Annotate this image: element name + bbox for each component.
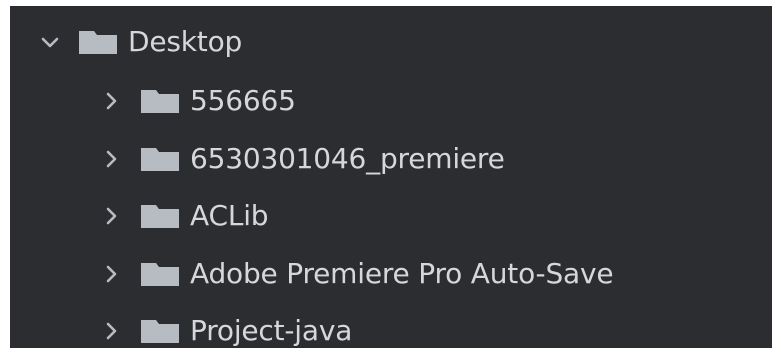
chevron-right-icon[interactable] [100, 204, 124, 228]
tree-node-label: 6530301046_premiere [190, 142, 505, 175]
folder-icon [138, 259, 182, 289]
tree-node-556665[interactable]: 556665 [10, 73, 772, 129]
chevron-right-icon[interactable] [100, 89, 124, 113]
tree-node-label: ACLib [190, 199, 269, 232]
tree-node-adobe-premiere-pro-auto-save[interactable]: Adobe Premiere Pro Auto-Save [10, 246, 772, 302]
tree-node-project-java[interactable]: Project-java [10, 303, 772, 348]
tree-node-label: Project-java [190, 314, 353, 347]
chevron-right-icon[interactable] [100, 262, 124, 286]
tree-node-label: 556665 [190, 84, 296, 117]
folder-icon [138, 201, 182, 231]
folder-icon [76, 27, 120, 57]
chevron-right-icon[interactable] [100, 319, 124, 343]
folder-icon [138, 86, 182, 116]
tree-node-6530301046-premiere[interactable]: 6530301046_premiere [10, 131, 772, 187]
folder-icon [138, 144, 182, 174]
chevron-down-icon[interactable] [38, 30, 62, 54]
tree-node-label: Adobe Premiere Pro Auto-Save [190, 257, 614, 290]
chevron-right-icon[interactable] [100, 147, 124, 171]
tree-node-desktop[interactable]: Desktop [10, 14, 772, 70]
tree-node-aclib[interactable]: ACLib [10, 188, 772, 244]
folder-icon [138, 316, 182, 346]
project-tree-panel: Desktop 556665 6530301046_premiere ACLib… [10, 6, 772, 348]
tree-node-label: Desktop [128, 25, 243, 58]
